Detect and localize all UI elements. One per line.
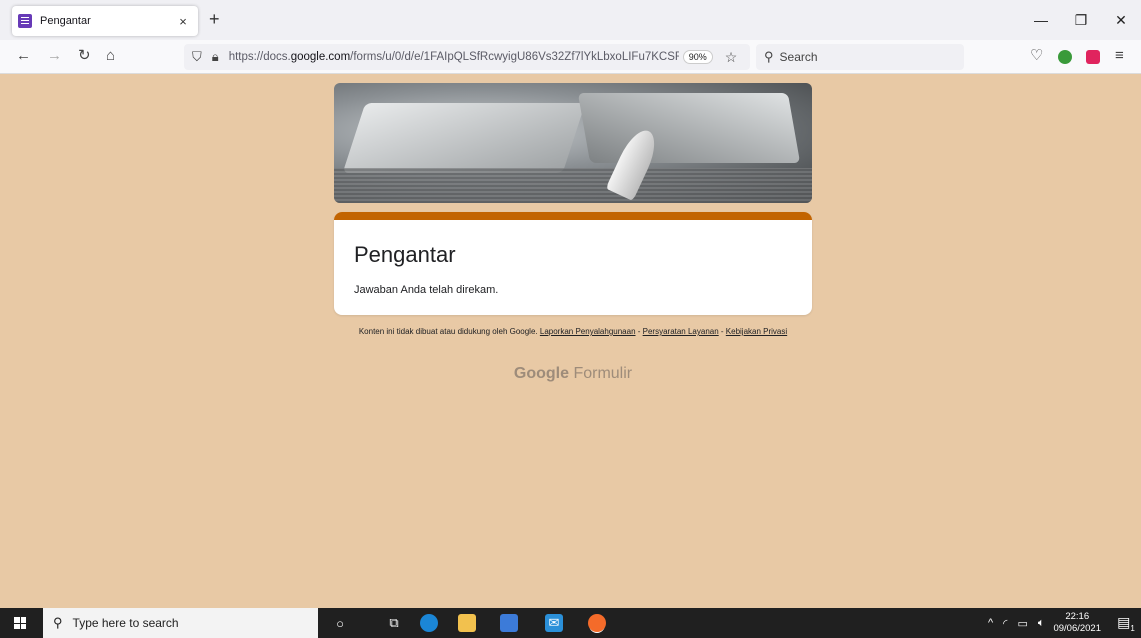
cortana-icon[interactable]: ○ <box>331 614 349 632</box>
network-icon[interactable]: ◜ <box>1003 617 1007 630</box>
show-hidden-icons-icon[interactable]: ^ <box>988 617 993 629</box>
restore-button[interactable]: ❐ <box>1061 0 1101 40</box>
tab-title: Pengantar <box>40 15 91 27</box>
pocket-icon[interactable]: ♡ <box>1030 48 1043 64</box>
lock-icon[interactable]: 🔒︎ <box>212 49 219 65</box>
back-icon[interactable]: ← <box>16 48 31 64</box>
system-tray: ^ ◜ ▭ 🔈︎ 22:16 09/06/2021 ▤1 <box>983 608 1141 638</box>
zoom-level-badge[interactable]: 90% <box>682 50 713 64</box>
forward-icon[interactable]: → <box>47 48 62 64</box>
taskbar-search-placeholder: Type here to search <box>72 616 179 630</box>
task-view-icon[interactable]: ⧉ <box>385 614 403 632</box>
report-abuse-link[interactable]: Laporkan Penyalahgunaan <box>540 327 636 336</box>
windows-logo-icon <box>14 617 26 629</box>
clock-time: 22:16 <box>1065 611 1090 622</box>
minimize-button[interactable]: — <box>1021 0 1061 40</box>
extension-globe-icon[interactable] <box>1058 50 1072 64</box>
battery-icon[interactable]: ▭ <box>1017 617 1027 630</box>
close-window-button[interactable]: ✕ <box>1101 0 1141 40</box>
tracking-shield-icon[interactable]: ⛉ <box>192 49 202 65</box>
taskbar-search-input[interactable]: ⚲ Type here to search <box>43 608 318 638</box>
search-icon: ⚲ <box>53 615 63 630</box>
address-bar[interactable]: ⛉ 🔒︎ https://docs.google.com/forms/u/0/d… <box>184 44 750 70</box>
search-placeholder: Search <box>779 50 818 64</box>
home-icon[interactable]: ⌂ <box>106 48 115 64</box>
store-icon[interactable] <box>500 614 518 632</box>
windows-taskbar: ⚲ Type here to search ○ ⧉ ✉ ^ ◜ ▭ 🔈︎ 22:… <box>0 608 1141 638</box>
notification-center-icon[interactable]: ▤1 <box>1111 614 1141 633</box>
browser-nav-bar: ← → ↻ ⌂ ⛉ 🔒︎ https://docs.google.com/for… <box>0 40 1141 74</box>
confirmation-card: Pengantar Jawaban Anda telah direkam. <box>334 212 812 315</box>
new-tab-button[interactable]: + <box>209 10 220 28</box>
extension-red-icon[interactable] <box>1086 50 1100 64</box>
edge-icon[interactable] <box>420 614 438 632</box>
volume-icon[interactable]: 🔈︎ <box>1038 617 1045 630</box>
browser-tab-bar: Pengantar × + — ❐ ✕ <box>0 0 1141 40</box>
footer-disclaimer: Konten ini tidak dibuat atau didukung ol… <box>358 327 788 336</box>
disclaimer-text: Konten ini tidak dibuat atau didukung ol… <box>358 327 538 336</box>
terms-link[interactable]: Persyaratan Layanan <box>643 327 719 336</box>
firefox-icon[interactable] <box>588 614 606 632</box>
tab-pengantar[interactable]: Pengantar × <box>12 6 198 36</box>
start-button[interactable] <box>0 608 40 638</box>
bookmark-star-icon[interactable]: ☆ <box>725 49 738 66</box>
clock[interactable]: 22:16 09/06/2021 <box>1053 611 1101 635</box>
confirmation-message: Jawaban Anda telah direkam. <box>354 284 499 296</box>
clock-date: 09/06/2021 <box>1053 623 1101 634</box>
close-tab-button[interactable]: × <box>174 14 192 29</box>
search-icon: ⚲ <box>764 49 774 64</box>
google-forms-icon <box>18 14 32 28</box>
browser-search-input[interactable]: ⚲ Search <box>756 44 964 70</box>
card-accent-bar <box>334 212 812 220</box>
google-forms-logo[interactable]: Google Formulir <box>334 365 812 383</box>
file-explorer-icon[interactable] <box>458 614 476 632</box>
privacy-link[interactable]: Kebijakan Privasi <box>726 327 787 336</box>
form-header-image <box>334 83 812 203</box>
mail-icon[interactable]: ✉ <box>545 614 563 632</box>
menu-icon[interactable]: ≡ <box>1115 48 1124 64</box>
form-title: Pengantar <box>354 242 456 267</box>
reload-icon[interactable]: ↻ <box>78 48 91 64</box>
url-text[interactable]: https://docs.google.com/forms/u/0/d/e/1F… <box>229 51 679 63</box>
